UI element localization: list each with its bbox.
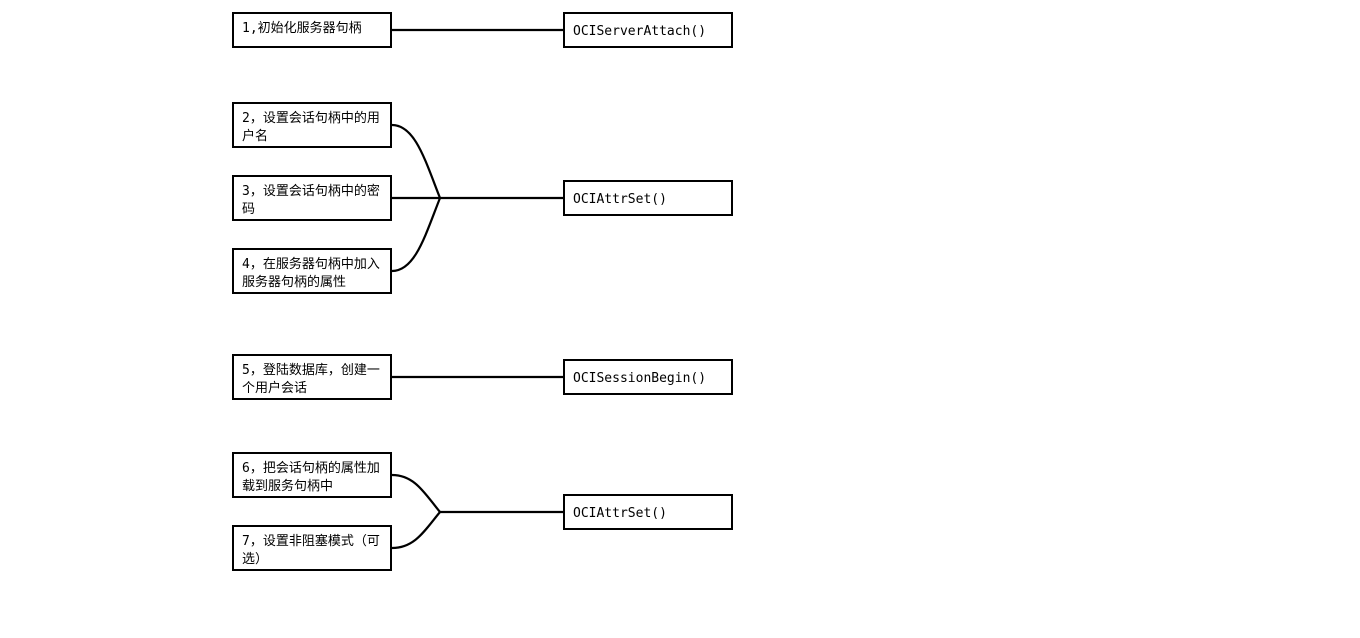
step-box-6: 6，把会话句柄的属性加载到服务句柄中: [232, 452, 392, 498]
step-box-3: 3，设置会话句柄中的密码: [232, 175, 392, 221]
step-box-5: 5，登陆数据库，创建一个用户会话: [232, 354, 392, 400]
step-box-7: 7，设置非阻塞模式（可选）: [232, 525, 392, 571]
step-box-2: 2，设置会话句柄中的用户名: [232, 102, 392, 148]
diagram-canvas: 1,初始化服务器句柄 OCIServerAttach() 2，设置会话句柄中的用…: [0, 0, 1360, 638]
connector-lines: [0, 0, 1360, 638]
step-box-4: 4，在服务器句柄中加入服务器句柄的属性: [232, 248, 392, 294]
api-box-1: OCIServerAttach(): [563, 12, 733, 48]
step-box-1: 1,初始化服务器句柄: [232, 12, 392, 48]
api-box-4: OCIAttrSet(): [563, 494, 733, 530]
api-box-2: OCIAttrSet(): [563, 180, 733, 216]
api-box-3: OCISessionBegin(): [563, 359, 733, 395]
